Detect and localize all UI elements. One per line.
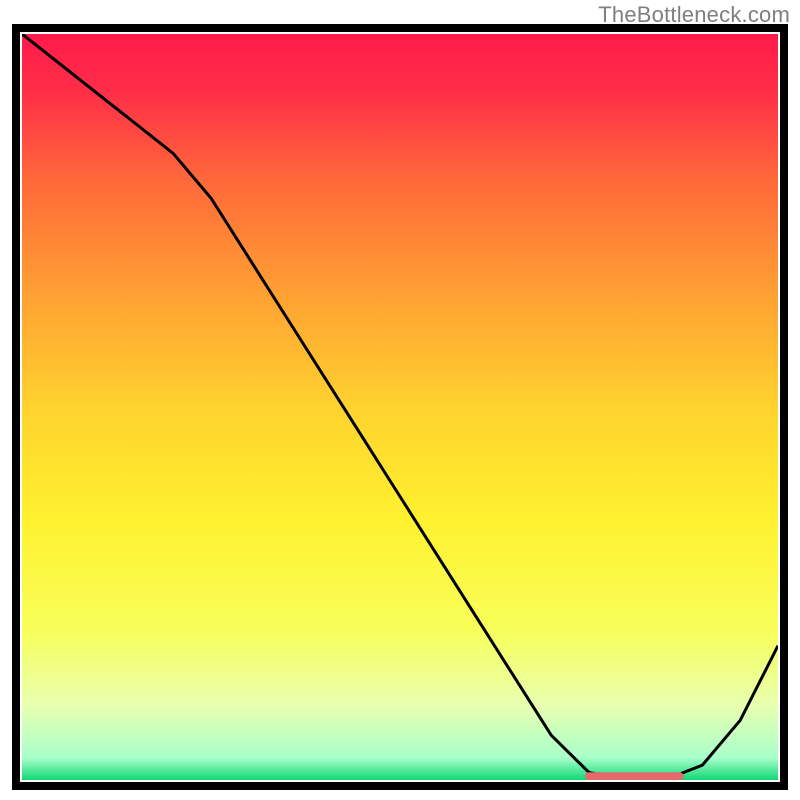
bottleneck-chart xyxy=(0,0,800,800)
plot-area xyxy=(22,34,778,780)
chart-container: { "watermark": "TheBottleneck.com", "cha… xyxy=(0,0,800,800)
gradient-background xyxy=(22,34,778,780)
watermark-text: TheBottleneck.com xyxy=(598,2,790,28)
